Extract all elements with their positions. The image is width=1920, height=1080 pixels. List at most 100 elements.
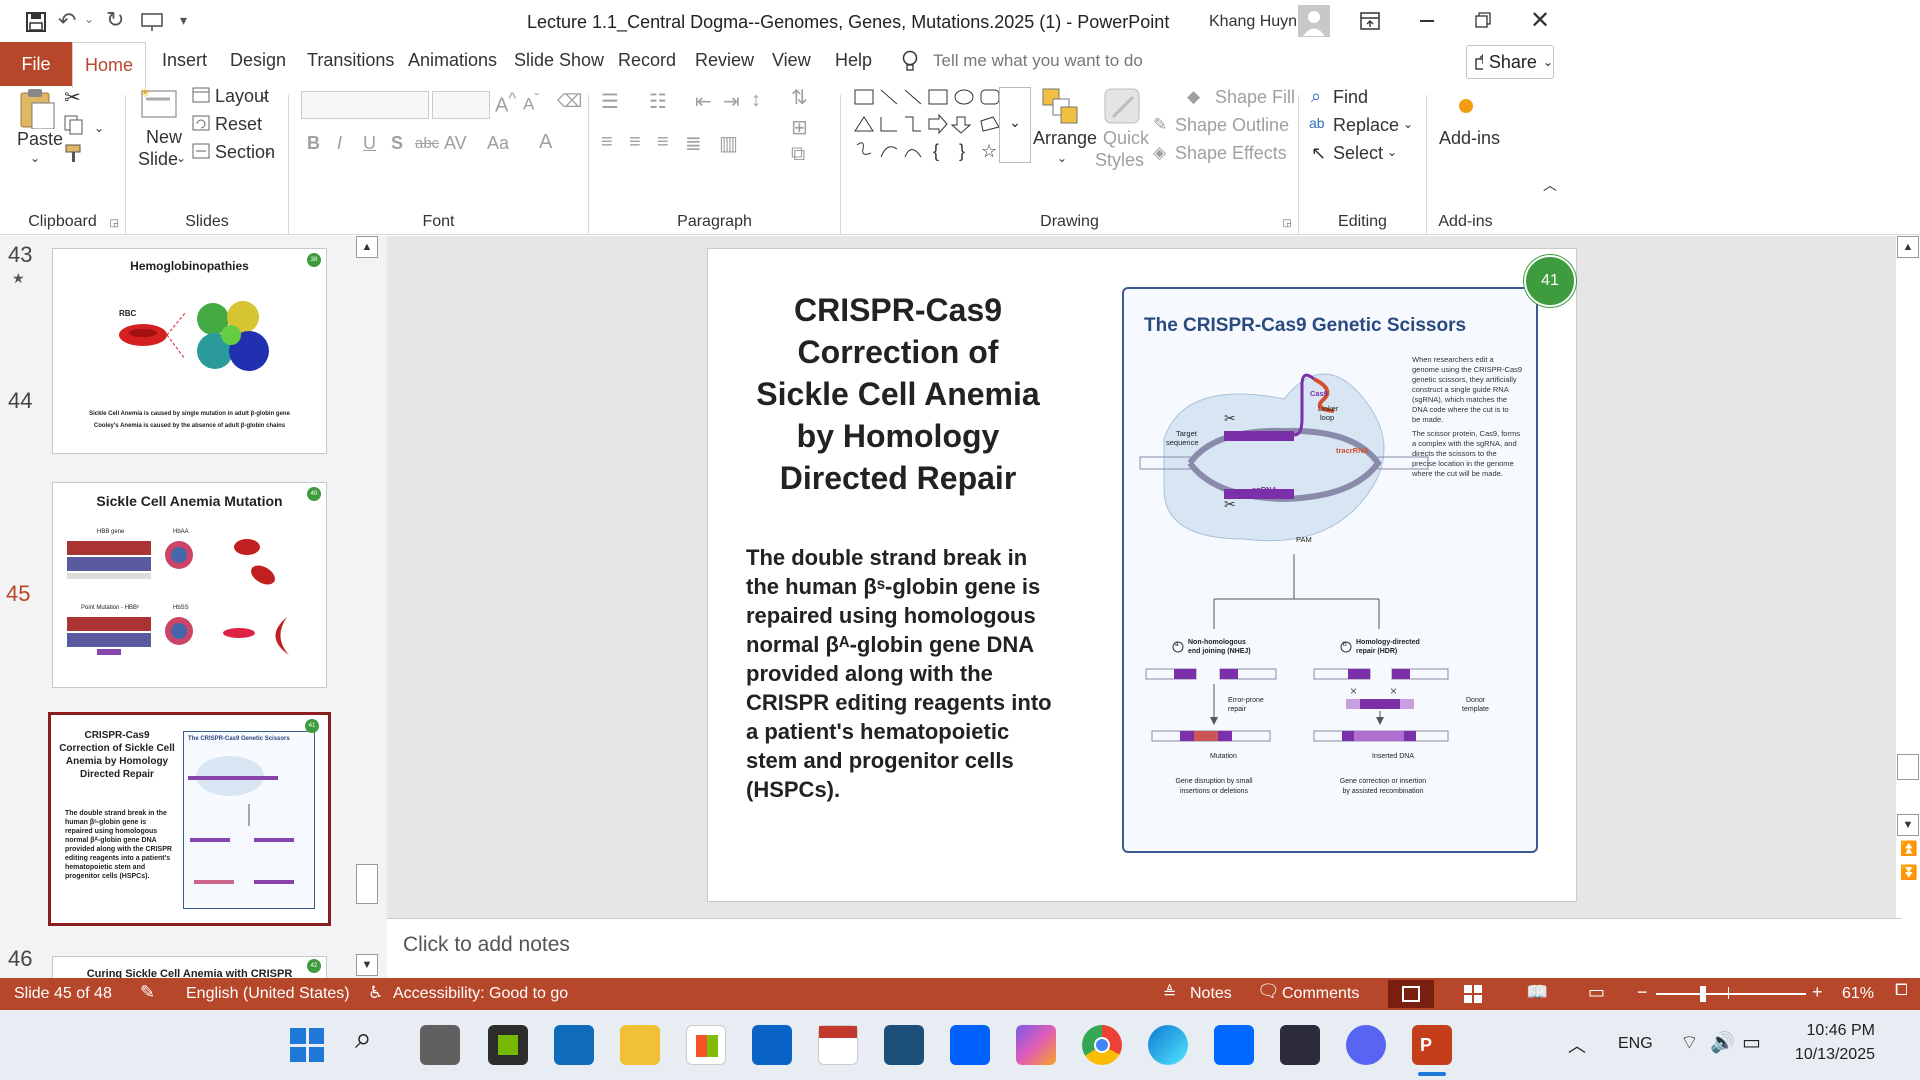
zoom-out-button[interactable]: − <box>1637 982 1648 1003</box>
shadow-button[interactable]: S <box>391 133 403 154</box>
slide-counter[interactable]: Slide 45 of 48 <box>14 985 112 1003</box>
bold-button[interactable]: B <box>307 133 320 154</box>
powerpoint-icon[interactable]: P <box>1412 1025 1452 1065</box>
select-button[interactable]: Select <box>1333 143 1383 164</box>
clipboard-launcher-icon[interactable]: ◲ <box>110 218 119 229</box>
avatar[interactable] <box>1298 5 1330 37</box>
find-button[interactable]: Find <box>1333 87 1368 108</box>
align-right-icon[interactable]: ≡ <box>657 131 669 154</box>
arrange-icon[interactable] <box>1041 87 1081 127</box>
shape-outline-button[interactable]: Shape Outline <box>1175 115 1289 136</box>
font-color-button[interactable]: A <box>539 131 552 154</box>
clock-date[interactable]: 10/13/2025 <box>1785 1046 1875 1064</box>
text-direction-icon[interactable]: ⇅ <box>791 85 808 110</box>
slide-thumbnail-44[interactable]: Sickle Cell Anemia Mutation 40 HBB gene … <box>52 482 327 688</box>
reset-icon[interactable] <box>192 115 210 131</box>
outlook-icon[interactable] <box>752 1025 792 1065</box>
section-icon[interactable] <box>192 143 210 159</box>
select-icon[interactable]: ↖ <box>1311 143 1326 164</box>
shape-outline-icon[interactable]: ✎ <box>1153 115 1167 135</box>
calendar-app-icon[interactable] <box>818 1025 858 1065</box>
comments-toggle[interactable]: Comments <box>1282 985 1359 1003</box>
shape-fill-button[interactable]: Shape Fill <box>1175 87 1295 108</box>
arrange-dropdown-icon[interactable]: ⌄ <box>1057 151 1067 165</box>
slide-sorter-icon[interactable] <box>1464 985 1482 1003</box>
shrink-font-icon[interactable]: Aˇ <box>523 91 539 115</box>
layout-icon[interactable] <box>192 87 210 103</box>
slide-scrollbar[interactable]: ▲ ▼ ⏫ ⏬ <box>1896 236 1920 918</box>
volume-icon[interactable]: 🔊 <box>1710 1030 1735 1055</box>
decrease-indent-icon[interactable]: ⇤ <box>695 89 712 114</box>
reading-view-icon[interactable]: 📖 <box>1526 982 1548 1003</box>
shapes-gallery[interactable]: {} ☆ <box>853 87 1013 167</box>
start-icon[interactable] <box>290 1028 324 1062</box>
discord-icon[interactable] <box>1346 1025 1386 1065</box>
redo-icon[interactable]: ↻ <box>106 7 124 33</box>
close-icon[interactable]: ✕ <box>1530 6 1550 35</box>
save-icon[interactable] <box>26 12 46 32</box>
italic-button[interactable]: I <box>337 133 342 154</box>
accessibility-status[interactable]: Accessibility: Good to go <box>393 985 568 1003</box>
customize-toolbar-icon[interactable]: ▾ <box>180 12 187 29</box>
present-icon[interactable] <box>140 12 166 32</box>
undo-icon[interactable]: ↶ <box>58 8 76 34</box>
tab-file[interactable]: File <box>0 42 72 86</box>
m365-copilot-icon[interactable] <box>1016 1025 1056 1065</box>
new-slide-label-1[interactable]: New <box>146 127 182 148</box>
slide-title[interactable]: CRISPR-Cas9 Correction of Sickle Cell An… <box>728 289 1068 499</box>
normal-view-button[interactable] <box>1388 980 1434 1008</box>
clear-format-icon[interactable]: ⌫ <box>557 91 582 112</box>
justify-icon[interactable]: ≣ <box>685 131 702 156</box>
scroll-down-button[interactable]: ▼ <box>1897 814 1919 836</box>
fit-to-window-icon[interactable]: ⧠ <box>1895 982 1908 1000</box>
crispr-figure[interactable]: The CRISPR-Cas9 Genetic Scissors When re… <box>1122 287 1538 853</box>
shape-effects-icon[interactable]: ◈ <box>1153 143 1166 163</box>
section-dropdown-icon[interactable]: ⌄ <box>263 144 273 158</box>
nvidia-icon[interactable] <box>488 1025 528 1065</box>
spellcheck-icon[interactable]: ✎ <box>140 982 155 1003</box>
search-icon[interactable]: ⌕ <box>355 1022 372 1056</box>
chrome-icon[interactable] <box>1082 1025 1122 1065</box>
scroll-up-button[interactable]: ▲ <box>1897 236 1919 258</box>
char-spacing-button[interactable]: AV <box>444 133 467 154</box>
task-view-icon[interactable] <box>420 1025 460 1065</box>
previous-slide-icon[interactable]: ⏫ <box>1900 840 1917 857</box>
tab-record[interactable]: Record <box>618 50 676 71</box>
copy-icon[interactable] <box>64 115 84 135</box>
tab-design[interactable]: Design <box>230 50 286 71</box>
smartart-icon[interactable]: ⧉ <box>791 143 805 166</box>
notes-pane[interactable]: Click to add notes <box>387 918 1902 978</box>
tab-help[interactable]: Help <box>835 50 872 71</box>
align-text-icon[interactable]: ⊞ <box>791 115 808 140</box>
new-slide-dropdown-icon[interactable]: ⌄ <box>176 151 186 165</box>
input-language[interactable]: ENG <box>1618 1035 1653 1053</box>
new-slide-icon[interactable]: ✳ <box>140 87 180 121</box>
tab-slide-show[interactable]: Slide Show <box>514 50 604 71</box>
increase-indent-icon[interactable]: ⇥ <box>723 89 740 114</box>
scroll-up-button[interactable]: ▲ <box>356 236 378 258</box>
thumbnail-scroll-thumb[interactable] <box>356 864 378 904</box>
format-painter-icon[interactable] <box>64 143 84 163</box>
collapse-ribbon-icon[interactable]: ︿ <box>1543 175 1557 195</box>
slide-thumbnail-46[interactable]: Curing Sickle Cell Anemia with CRISPR 42 <box>52 956 327 978</box>
battery-icon[interactable]: ▭ <box>1742 1030 1761 1055</box>
change-case-button[interactable]: Aa <box>487 133 509 154</box>
outlook-new-icon[interactable] <box>554 1025 594 1065</box>
tell-me-input[interactable]: Tell me what you want to do <box>933 51 1143 71</box>
file-explorer-icon[interactable] <box>620 1025 660 1065</box>
quick-styles-label-1[interactable]: Quick <box>1103 128 1149 149</box>
next-slide-icon[interactable]: ⏬ <box>1900 864 1917 881</box>
notes-icon[interactable]: ≜ <box>1163 983 1176 1003</box>
replace-dropdown-icon[interactable]: ⌄ <box>1403 117 1413 131</box>
tab-review[interactable]: Review <box>695 50 754 71</box>
notes-placeholder[interactable]: Click to add notes <box>403 933 570 957</box>
zoom-slider[interactable] <box>1656 993 1806 995</box>
cut-icon[interactable]: ✂ <box>64 85 81 110</box>
select-dropdown-icon[interactable]: ⌄ <box>1387 145 1397 159</box>
slideshow-view-icon[interactable]: ▭ <box>1588 982 1605 1003</box>
accessibility-icon[interactable]: ♿ <box>368 983 383 1003</box>
slide-thumbnail-43[interactable]: Hemoglobinopathies 38 RBC Sickle Cell An… <box>52 248 327 454</box>
arrange-label[interactable]: Arrange <box>1033 128 1097 149</box>
tab-transitions[interactable]: Transitions <box>307 50 394 71</box>
zoom-slider-thumb[interactable] <box>1700 986 1706 1002</box>
